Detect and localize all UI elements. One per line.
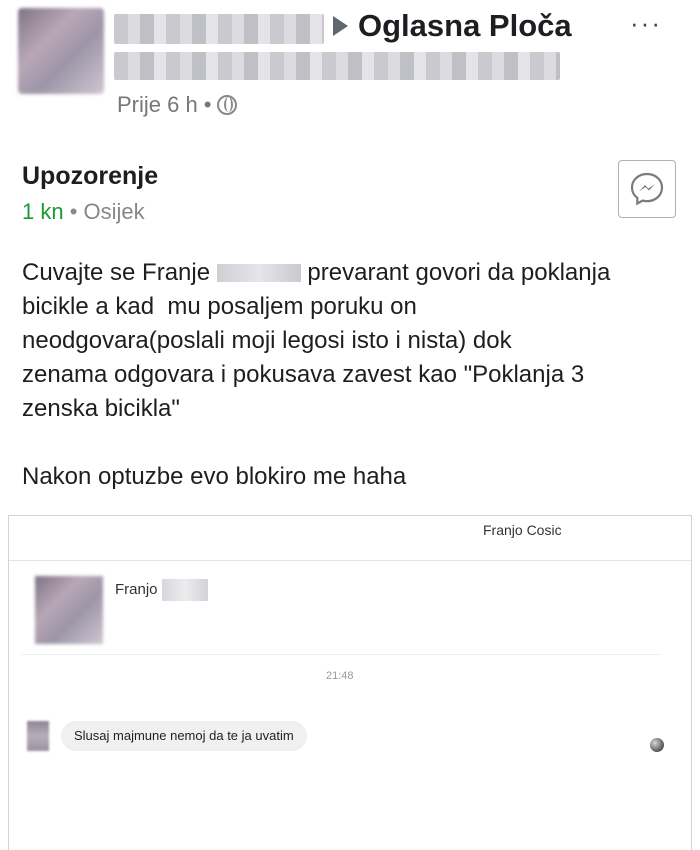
chat-contact-surname-redacted bbox=[162, 579, 208, 601]
post-time[interactable]: Prije 6 h bbox=[117, 92, 198, 118]
listing-dot: • bbox=[69, 199, 78, 224]
chat-contact-header: Franjo Cosic bbox=[483, 522, 562, 538]
meta-separator: • bbox=[203, 92, 212, 117]
post-text-rest: bicikle a kad mu posaljem poruku on neod… bbox=[22, 293, 585, 490]
messenger-button[interactable] bbox=[618, 160, 676, 218]
triangle-right-icon bbox=[333, 16, 348, 36]
messenger-icon bbox=[630, 172, 664, 206]
post-body: Cuvajte se Franje prevarant govori da po… bbox=[22, 256, 682, 494]
post-meta: Prije 6 h • bbox=[117, 92, 238, 118]
redacted-surname bbox=[216, 264, 301, 282]
chat-message-bubble: Slusaj majmune nemoj da te ja uvatim bbox=[61, 721, 307, 751]
chat-contact-name: Franjo bbox=[115, 581, 158, 598]
listing-title: Upozorenje bbox=[22, 162, 159, 190]
chat-divider bbox=[21, 654, 661, 655]
chat-header: Franjo Cosic bbox=[9, 516, 691, 561]
listing-price-location: 1 kn • Osijek bbox=[22, 199, 145, 225]
post-text-line1-end: prevarant govori da poklanja bbox=[300, 259, 611, 286]
more-options-icon[interactable]: ··· bbox=[630, 8, 662, 39]
listing-location: Osijek bbox=[83, 199, 145, 224]
chat-timestamp: 21:48 bbox=[326, 670, 354, 682]
group-name-link[interactable]: Oglasna Ploča bbox=[333, 8, 572, 44]
chat-message-avatar bbox=[27, 721, 49, 751]
seen-indicator-icon bbox=[650, 738, 664, 752]
author-name-blurred[interactable] bbox=[114, 14, 324, 44]
chat-contact-avatar bbox=[35, 576, 103, 644]
group-name[interactable]: Oglasna Ploča bbox=[358, 8, 572, 44]
author-subline-blurred bbox=[114, 52, 560, 80]
globe-icon[interactable] bbox=[217, 95, 238, 115]
author-avatar[interactable] bbox=[18, 8, 104, 94]
attached-screenshot[interactable]: Franjo Cosic Franjo 21:48 Slusaj majmune… bbox=[8, 515, 692, 850]
post-text-start: Cuvajte se Franje bbox=[22, 259, 217, 286]
listing-price: 1 kn bbox=[22, 199, 64, 224]
